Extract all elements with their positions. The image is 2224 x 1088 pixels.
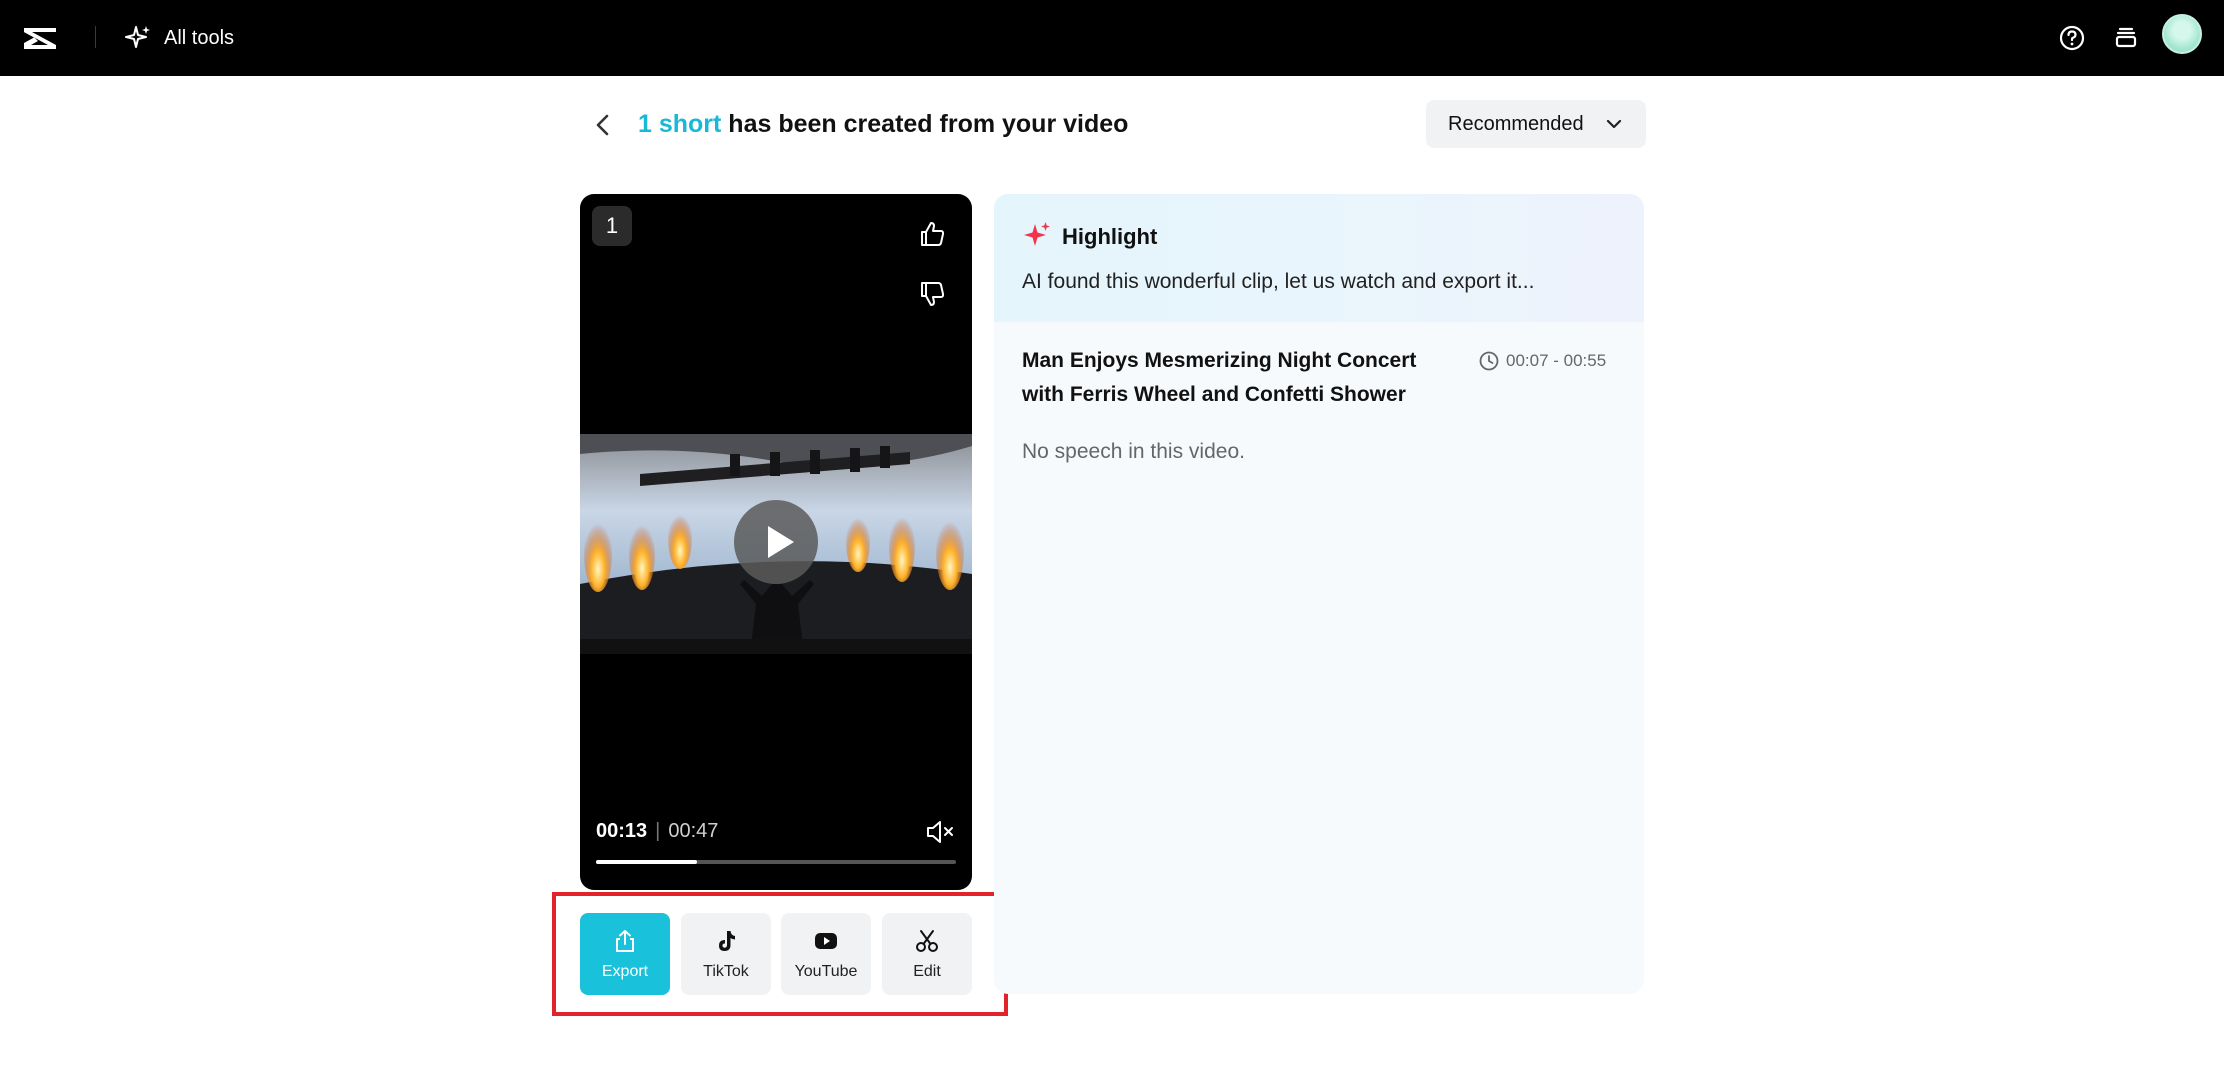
thumbs-down-icon[interactable] bbox=[916, 278, 948, 310]
tasks-stack-icon[interactable] bbox=[2108, 20, 2144, 56]
video-progress-fill bbox=[596, 860, 697, 864]
youtube-label: YouTube bbox=[794, 963, 858, 980]
duration: 00:47 bbox=[668, 820, 719, 842]
export-button[interactable]: Export bbox=[580, 913, 670, 995]
play-button[interactable] bbox=[734, 500, 818, 584]
clip-transcript-note: No speech in this video. bbox=[1022, 440, 1245, 463]
highlight-header: Highlight AI found this wonderful clip, … bbox=[994, 194, 1644, 322]
back-chevron-icon[interactable] bbox=[588, 108, 618, 142]
page-title: 1 short has been created from your video bbox=[638, 110, 1128, 139]
clock-icon bbox=[1479, 351, 1499, 371]
tiktok-button[interactable]: TikTok bbox=[681, 913, 771, 995]
all-tools-button[interactable]: All tools bbox=[124, 18, 234, 58]
current-time: 00:13 bbox=[596, 820, 648, 842]
sparkle-icon bbox=[1024, 222, 1050, 246]
time-separator: | bbox=[655, 820, 661, 842]
sort-dropdown-label: Recommended bbox=[1448, 112, 1584, 135]
time-readout: 00:13 | 00:47 bbox=[596, 820, 718, 843]
video-player[interactable]: 1 00:13 | 00:47 bbox=[580, 194, 972, 890]
highlight-description: AI found this wonderful clip, let us wat… bbox=[1022, 270, 1535, 293]
youtube-icon bbox=[815, 933, 837, 949]
highlight-title: Highlight bbox=[1062, 224, 1158, 249]
clip-index-badge: 1 bbox=[592, 206, 632, 246]
clip-title: Man Enjoys Mesmerizing Night Concert wit… bbox=[1022, 349, 1417, 406]
video-progress-bar[interactable] bbox=[596, 860, 956, 864]
capcut-logo-icon[interactable] bbox=[20, 18, 60, 58]
clip-time-range: 00:07 - 00:55 bbox=[1478, 350, 1606, 372]
export-label: Export bbox=[601, 963, 649, 980]
all-tools-label: All tools bbox=[164, 26, 235, 49]
youtube-button[interactable]: YouTube bbox=[781, 913, 871, 995]
mute-icon[interactable] bbox=[924, 816, 956, 848]
edit-label: Edit bbox=[913, 963, 941, 980]
sort-dropdown[interactable]: Recommended bbox=[1426, 100, 1646, 148]
shorts-count: 1 short bbox=[638, 110, 722, 138]
edit-button[interactable]: Edit bbox=[882, 913, 972, 995]
chevron-down-icon bbox=[1606, 119, 1622, 129]
topbar-divider bbox=[95, 26, 96, 48]
tiktok-icon bbox=[719, 931, 735, 951]
clip-range-text: 00:07 - 00:55 bbox=[1506, 351, 1607, 370]
page-title-text: has been created from your video bbox=[721, 110, 1129, 138]
user-avatar[interactable] bbox=[2162, 14, 2202, 54]
sparkle-icon bbox=[125, 26, 150, 48]
scissors-icon bbox=[916, 930, 938, 952]
clip-details-panel: Highlight AI found this wonderful clip, … bbox=[994, 194, 1644, 994]
top-bar: All tools bbox=[0, 0, 2224, 76]
thumbs-up-icon[interactable] bbox=[916, 218, 948, 250]
share-icon bbox=[616, 930, 634, 952]
tiktok-label: TikTok bbox=[703, 963, 749, 980]
help-icon[interactable] bbox=[2054, 20, 2090, 56]
